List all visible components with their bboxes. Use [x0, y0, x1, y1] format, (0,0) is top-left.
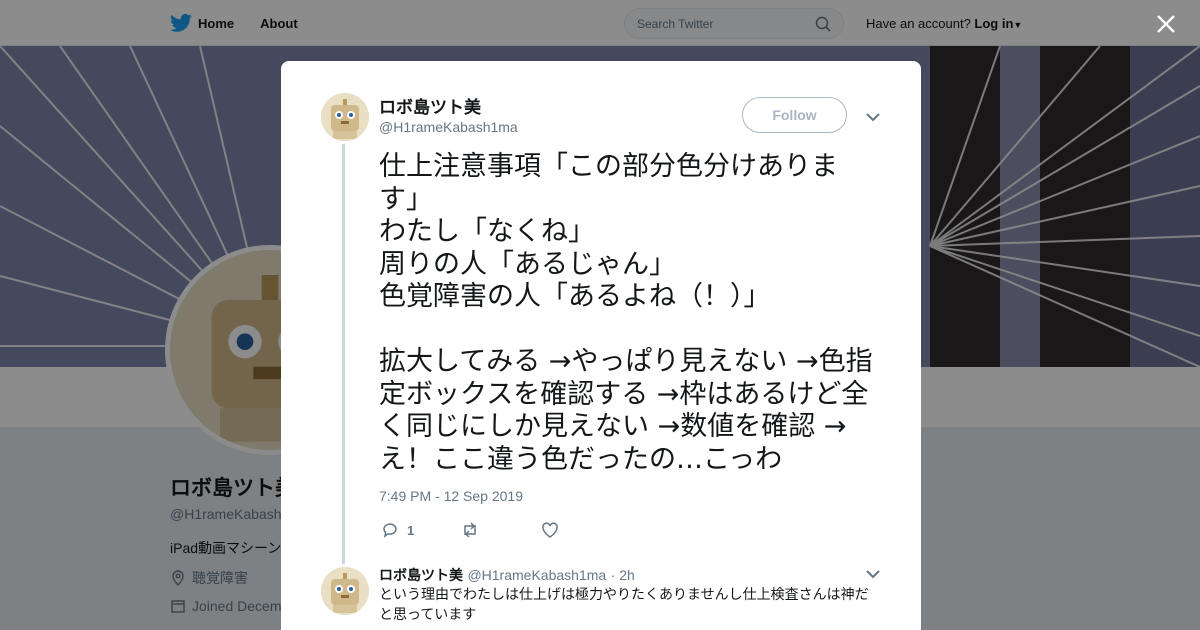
reply-icon	[383, 523, 397, 538]
close-icon[interactable]	[1152, 10, 1180, 38]
thread-connector	[342, 144, 345, 564]
reply-header: ロボ島ツト美 @H1rameKabash1ma · 2h	[379, 565, 635, 585]
reply-button[interactable]: 1	[381, 521, 461, 539]
tweet-text: 仕上注意事項「この部分色分けあります」 わたし「なくね」 周りの人「あるじゃん」…	[379, 151, 873, 475]
tweet-author-name[interactable]: ロボ島ツト美	[379, 93, 481, 118]
tweet-actions: 1	[381, 519, 559, 541]
reply-count: 1	[407, 522, 415, 538]
reply-time[interactable]: · 2h	[611, 567, 635, 583]
chevron-down-icon[interactable]	[866, 569, 880, 579]
robot-avatar-image	[321, 93, 369, 141]
tweet-author-avatar[interactable]	[321, 93, 369, 141]
tweet-modal: ロボ島ツト美 @H1rameKabash1ma Follow 仕上注意事項「この…	[281, 61, 921, 630]
reply-author-avatar[interactable]	[321, 567, 369, 615]
robot-avatar-image	[321, 567, 369, 615]
reply-text: という理由でわたしは仕上げは極力やりたくありませんし仕上検査さんは神だと思ってい…	[379, 587, 869, 623]
heart-icon	[542, 522, 558, 538]
like-button[interactable]	[541, 521, 559, 539]
retweet-button[interactable]	[461, 521, 541, 539]
tweet-timestamp[interactable]: 7:49 PM - 12 Sep 2019	[379, 488, 523, 504]
chevron-down-icon[interactable]	[866, 112, 880, 122]
follow-button[interactable]: Follow	[742, 97, 847, 133]
tweet-author-handle[interactable]: @H1rameKabash1ma	[379, 119, 518, 135]
reply-author-name[interactable]: ロボ島ツト美	[379, 568, 463, 584]
reply-author-handle[interactable]: @H1rameKabash1ma	[467, 567, 606, 583]
retweet-icon	[464, 522, 476, 538]
